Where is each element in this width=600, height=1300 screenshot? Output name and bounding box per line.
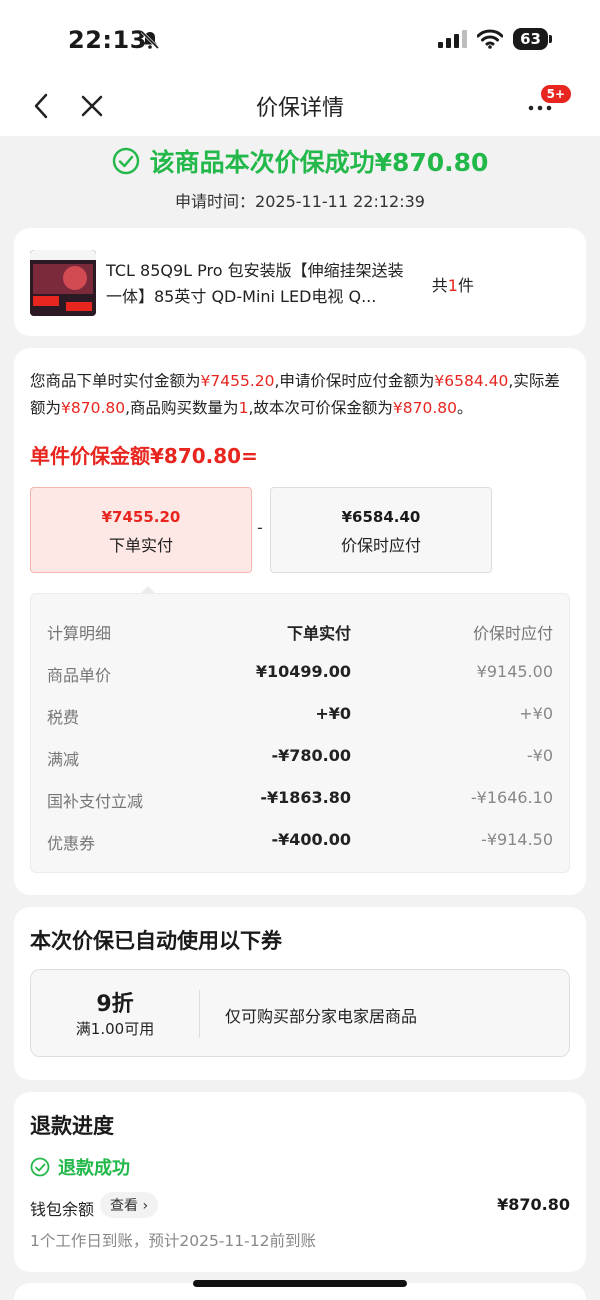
top-header: 22:13 63 价保详情 5+ xyxy=(0,0,600,136)
refund-amount: ¥870.80 xyxy=(497,1195,570,1214)
table-header: 计算明细 下单实付 价保时应付 xyxy=(31,610,569,652)
refund-status-text: 退款成功 xyxy=(58,1158,130,1179)
success-text: 该商品本次价保成功¥870.80 xyxy=(149,148,489,177)
table-cell: -¥400.00 xyxy=(271,830,351,849)
table-cell: 满减 xyxy=(47,750,80,769)
description-text: 。 xyxy=(456,399,473,417)
table-cell: 商品单价 xyxy=(47,666,112,685)
description-text: ,商品购买数量为 xyxy=(125,399,239,417)
coupon-card: 本次价保已自动使用以下券 9折 满1.00可用 仅可购买部分家电家居商品 xyxy=(14,907,586,1080)
table-cell: 税费 xyxy=(47,708,80,727)
product-count: 共1件 xyxy=(431,276,474,295)
calculation-table: 计算明细 下单实付 价保时应付商品单价 ¥10499.00 ¥9145.00 税费 +¥0 +… xyxy=(30,593,570,873)
success-banner: 该商品本次价保成功¥870.80 xyxy=(0,143,600,179)
table-header-cell: 下单实付 xyxy=(286,624,351,643)
unit-protection-amount: 单件价保金额¥870.80= xyxy=(30,444,258,468)
apply-time: 申请时间：2025-11-11 22:12:39 xyxy=(175,192,425,211)
table-header-cell: 价保时应付 xyxy=(472,624,553,643)
signal-icon xyxy=(438,30,468,48)
bell-muted-icon xyxy=(140,30,160,50)
highlight-value: ¥870.80 xyxy=(61,399,126,417)
table-cell: 优惠券 xyxy=(47,834,96,853)
table-cell: -¥1863.80 xyxy=(260,788,351,807)
highlight-value: ¥7455.20 xyxy=(200,372,275,390)
refund-card: 退款进度 退款成功 钱包余额 查看 › ¥870.80 1个工作日到账，预计20… xyxy=(14,1092,586,1272)
wallet-label: 钱包余额 xyxy=(30,1200,95,1219)
page-title: 价保详情 xyxy=(255,96,344,121)
arrival-estimate: 1个工作日到账，预计2025-11-12前到账 xyxy=(30,1232,316,1250)
table-cell: +¥0 xyxy=(519,704,553,723)
table-cell: -¥914.50 xyxy=(481,830,553,849)
table-row: 国补支付立减 -¥1863.80 -¥1646.10 xyxy=(31,778,569,820)
price-protection-detail-card: 您商品下单时实付金额为¥7455.20,申请价保时应付金额为¥6584.40,实… xyxy=(14,348,586,895)
status-icons: 63 xyxy=(437,28,552,50)
product-title[interactable]: TCL 85Q9L Pro 包安装版【伸缩挂架送装一体】85英寸 QD-Mini… xyxy=(106,258,416,310)
product-thumbnail[interactable] xyxy=(30,250,96,316)
success-check-icon xyxy=(112,147,139,175)
table-row: 满减 -¥780.00 -¥0 xyxy=(31,736,569,778)
description-text: ,申请价保时应付金额为 xyxy=(274,372,435,390)
table-cell: -¥1646.10 xyxy=(470,788,553,807)
highlight-value: ¥870.80 xyxy=(392,399,457,417)
notification-badge: 5+ xyxy=(539,84,572,104)
description-text: 您商品下单时实付金额为 xyxy=(30,372,201,390)
highlight-value: 1 xyxy=(238,399,249,417)
coupon-section-title: 本次价保已自动使用以下券 xyxy=(30,929,282,953)
coupon-item[interactable]: 9折 满1.00可用 仅可购买部分家电家居商品 xyxy=(30,969,570,1057)
home-indicator[interactable] xyxy=(193,1280,407,1287)
highlight-value: ¥6584.40 xyxy=(434,372,509,390)
protected-amount: ¥6584.40 xyxy=(341,508,421,526)
nav-bar: 价保详情 5+ xyxy=(0,76,600,136)
refund-status: 退款成功 xyxy=(30,1154,130,1180)
table-cell: ¥9145.00 xyxy=(476,662,553,681)
coupon-discount: 9折 xyxy=(96,992,134,1017)
wifi-icon xyxy=(477,29,504,49)
coupon-condition: 满1.00可用 xyxy=(75,1020,155,1038)
view-wallet-button[interactable]: 查看 › xyxy=(100,1192,159,1218)
table-cell: 国补支付立减 xyxy=(47,792,144,811)
status-time: 22:13 xyxy=(68,26,147,54)
calculation-description: 您商品下单时实付金额为¥7455.20,申请价保时应付金额为¥6584.40,实… xyxy=(30,368,574,422)
paid-amount: ¥7455.20 xyxy=(101,508,181,526)
table-row: 税费 +¥0 +¥0 xyxy=(31,694,569,736)
protected-price-box[interactable]: ¥6584.40 价保时应付 xyxy=(270,487,492,573)
status-bar: 22:13 63 xyxy=(0,0,600,76)
protected-label: 价保时应付 xyxy=(340,536,421,555)
table-cell: +¥0 xyxy=(315,704,351,723)
table-cell: -¥780.00 xyxy=(271,746,351,765)
table-cell: ¥10499.00 xyxy=(255,662,351,681)
table-row: 优惠券 -¥400.00 -¥914.50 xyxy=(31,820,569,862)
paid-amount-box[interactable]: ¥7455.20 下单实付 xyxy=(30,487,252,573)
table-cell: -¥0 xyxy=(526,746,553,765)
minus-sign: - xyxy=(257,518,263,537)
table-header-cell: 计算明细 xyxy=(47,624,112,643)
refund-section-title: 退款进度 xyxy=(30,1114,114,1138)
table-row: 商品单价 ¥10499.00 ¥9145.00 xyxy=(31,652,569,694)
battery-indicator: 63 xyxy=(513,28,552,50)
coupon-divider xyxy=(199,990,200,1038)
product-card[interactable]: TCL 85Q9L Pro 包安装版【伸缩挂架送装一体】85英寸 QD-Mini… xyxy=(14,228,586,336)
refund-check-icon xyxy=(30,1157,50,1177)
description-text: ,故本次可价保金额为 xyxy=(248,399,393,417)
coupon-description: 仅可购买部分家电家居商品 xyxy=(225,1007,418,1026)
paid-label: 下单实付 xyxy=(108,536,173,555)
